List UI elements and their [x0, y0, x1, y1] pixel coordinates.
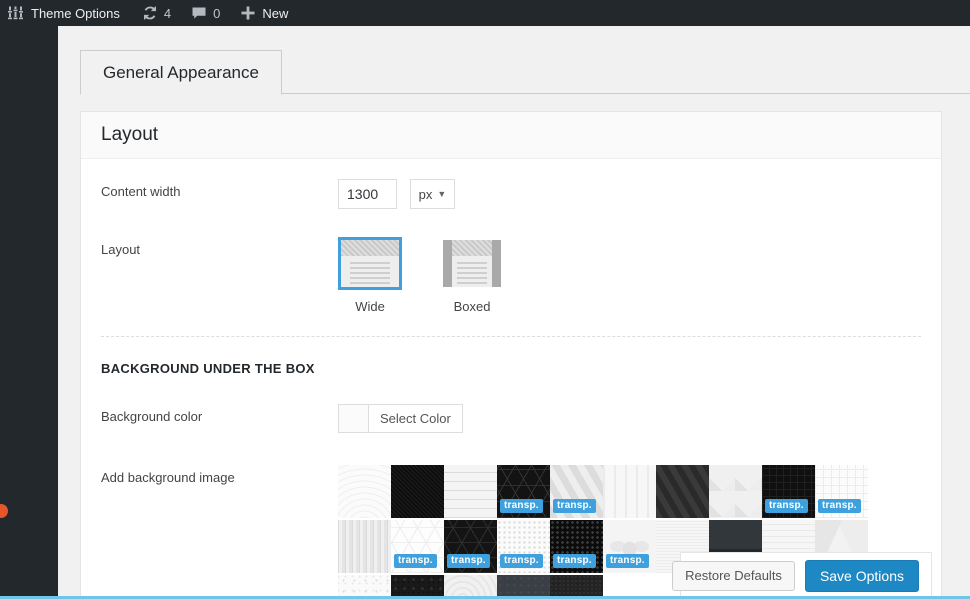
admin-bar-new[interactable]: New [228, 0, 296, 26]
transparent-badge: transp. [500, 554, 543, 569]
admin-bar-comments-count: 0 [213, 6, 220, 21]
background-thumbnail[interactable]: transp. [815, 465, 868, 518]
transparent-badge: transp. [500, 499, 543, 514]
background-thumbnail[interactable]: transp. [762, 465, 815, 518]
save-bar: Restore Defaults Save Options [680, 552, 932, 599]
options-panel: Layout Content width px ▼ Lay [80, 111, 942, 599]
admin-sidebar: ls lients, ms : e [0, 26, 58, 599]
transparent-badge: transp. [606, 554, 649, 569]
content-width-label: Content width [101, 179, 338, 199]
transparent-badge: transp. [765, 499, 808, 514]
background-thumbnail[interactable] [603, 465, 656, 518]
admin-bar-updates-count: 4 [164, 6, 171, 21]
main-content: General Appearance Layout Content width … [58, 26, 970, 599]
content-width-input[interactable] [338, 179, 397, 209]
sidebar-item-tools[interactable]: ls [0, 232, 58, 248]
transparent-badge: transp. [553, 499, 596, 514]
admin-bar-site-label: Theme Options [31, 6, 120, 21]
sidebar-item-clients[interactable]: lients, [0, 301, 58, 317]
layout-option-wide[interactable]: Wide [338, 237, 402, 314]
field-background-color: Background color Select Color [101, 376, 921, 435]
background-thumbnail[interactable] [391, 465, 444, 518]
layout-option-caption: Boxed [440, 299, 504, 314]
layout-thumb-wide [338, 237, 402, 290]
background-thumbnail[interactable]: transp. [603, 520, 656, 573]
background-thumbnail[interactable] [656, 465, 709, 518]
select-color-button[interactable]: Select Color [369, 405, 462, 432]
background-image-label: Add background image [101, 465, 338, 485]
background-thumbnail[interactable]: transp. [444, 520, 497, 573]
sliders-icon [8, 6, 25, 21]
content-width-unit-select[interactable]: px ▼ [410, 179, 456, 209]
background-thumbnail[interactable]: transp. [550, 520, 603, 573]
background-section-heading: BACKGROUND UNDER THE BOX [101, 337, 921, 376]
sidebar-item-updates[interactable]: e [0, 464, 58, 480]
admin-bar-updates[interactable]: 4 [128, 0, 179, 26]
tab-general-appearance[interactable]: General Appearance [80, 50, 282, 95]
tab-bar: General Appearance [80, 50, 970, 94]
screen: Theme Options 4 0 [0, 0, 970, 599]
background-thumbnail[interactable] [709, 465, 762, 518]
color-swatch [339, 405, 369, 432]
transparent-badge: transp. [394, 554, 437, 569]
comment-bubble-icon [191, 6, 207, 21]
background-thumbnail[interactable] [338, 520, 391, 573]
background-thumbnail[interactable] [444, 465, 497, 518]
layout-section: Content width px ▼ Layout [81, 159, 941, 599]
chevron-down-icon: ▼ [437, 190, 446, 199]
sidebar-item-forms[interactable]: ms [0, 385, 58, 401]
field-content-width: Content width px ▼ [101, 159, 921, 209]
admin-bar-site-name[interactable]: Theme Options [0, 0, 128, 26]
transparent-badge: transp. [553, 554, 596, 569]
updates-icon [142, 5, 158, 21]
background-thumbnail[interactable]: transp. [497, 465, 550, 518]
admin-bar-new-label: New [262, 6, 288, 21]
background-color-label: Background color [101, 404, 338, 424]
sidebar-notification-badge [0, 504, 8, 518]
field-layout: Layout Wide [101, 209, 921, 314]
plus-icon [240, 5, 256, 21]
save-options-button[interactable]: Save Options [805, 560, 919, 592]
panel-title: Layout [101, 124, 158, 146]
background-thumbnail[interactable]: transp. [550, 465, 603, 518]
layout-option-boxed[interactable]: Boxed [440, 237, 504, 314]
unit-value: px [419, 187, 433, 202]
admin-bar-comments[interactable]: 0 [179, 0, 228, 26]
background-thumbnail[interactable]: transp. [497, 520, 550, 573]
layout-thumb-boxed [440, 237, 504, 290]
layout-option-caption: Wide [338, 299, 402, 314]
layout-options: Wide Boxed [338, 237, 921, 314]
background-thumbnail[interactable]: transp. [391, 520, 444, 573]
panel-header: Layout [81, 112, 941, 159]
tab-label: General Appearance [103, 63, 259, 83]
admin-bar: Theme Options 4 0 [0, 0, 970, 26]
background-color-picker[interactable]: Select Color [338, 404, 463, 433]
restore-defaults-button[interactable]: Restore Defaults [672, 561, 795, 591]
transparent-badge: transp. [818, 499, 861, 514]
background-thumbnail[interactable] [338, 465, 391, 518]
transparent-badge: transp. [447, 554, 490, 569]
sidebar-item-misc[interactable]: : [0, 428, 58, 444]
layout-label: Layout [101, 237, 338, 257]
